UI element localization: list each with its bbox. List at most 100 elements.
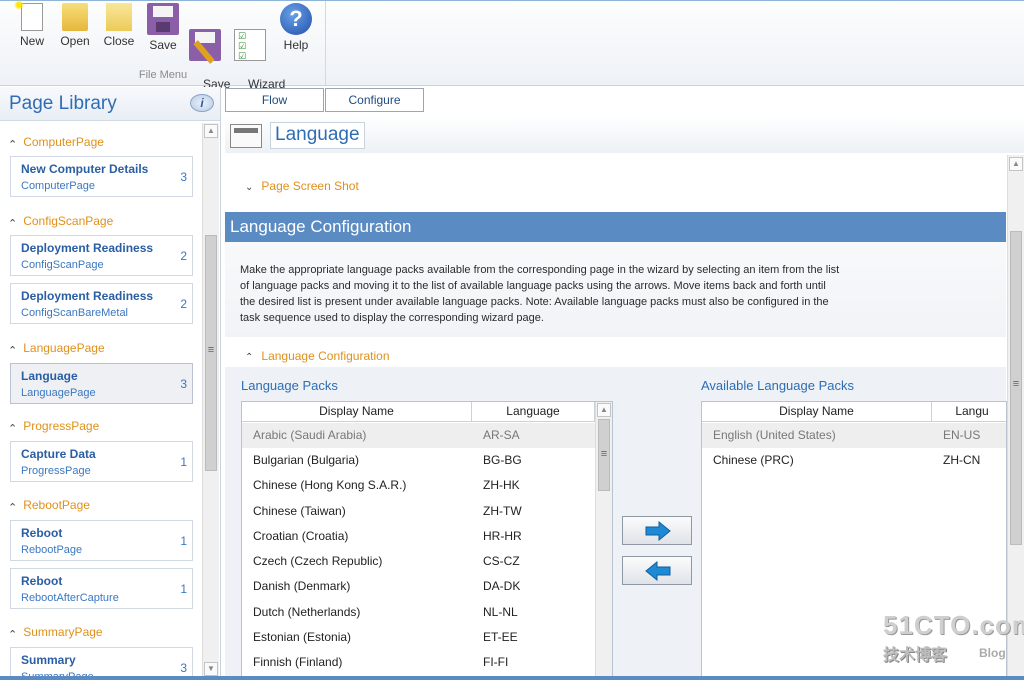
- library-item-deployment-readiness[interactable]: Deployment Readiness ConfigScanPage 2: [10, 235, 193, 276]
- grid-row[interactable]: Croatian (Croatia) HR-HR: [242, 524, 612, 549]
- grid-row[interactable]: Bulgarian (Bulgaria) BG-BG: [242, 448, 612, 473]
- group-progresspage[interactable]: ProgressPage: [8, 419, 99, 433]
- language-config-toggle[interactable]: ⌃ Language Configuration: [245, 349, 390, 363]
- library-item-language[interactable]: Language LanguagePage 3: [10, 363, 193, 404]
- item-title: Reboot: [21, 526, 63, 540]
- page-header: Language: [225, 115, 1024, 153]
- column-language[interactable]: Langu: [932, 402, 1006, 422]
- new-label: New: [19, 34, 44, 48]
- item-title: Deployment Readiness: [21, 241, 154, 255]
- save-label: Save: [149, 38, 177, 52]
- cell-display-name: Finnish (Finland): [253, 655, 343, 669]
- cell-language: AR-SA: [483, 428, 520, 442]
- cell-display-name: Estonian (Estonia): [253, 630, 352, 644]
- item-title: Reboot: [21, 574, 63, 588]
- cell-language: ZH-HK: [483, 478, 520, 492]
- available-packs-title: Available Language Packs: [701, 378, 854, 393]
- column-language[interactable]: Language: [472, 402, 595, 422]
- cell-display-name: Arabic (Saudi Arabia): [253, 428, 367, 442]
- close-folder-icon: [106, 3, 132, 31]
- library-item-reboot[interactable]: Reboot RebootPage 1: [10, 520, 193, 561]
- language-config-label: Language Configuration: [261, 349, 390, 363]
- cell-language: EN-US: [943, 428, 981, 442]
- item-count: 3: [180, 170, 187, 184]
- save-button[interactable]: Save: [141, 3, 185, 52]
- grid-row[interactable]: Chinese (Hong Kong S.A.R.) ZH-HK: [242, 473, 612, 498]
- cell-language: ZH-CN: [943, 453, 981, 467]
- move-left-button[interactable]: [622, 556, 692, 585]
- library-scrollbar[interactable]: ▲ ▼: [202, 123, 219, 677]
- page-screenshot-toggle[interactable]: ⌄ Page Screen Shot: [245, 179, 359, 193]
- cell-display-name: Chinese (PRC): [713, 453, 794, 467]
- cell-language: ZH-TW: [483, 504, 522, 518]
- item-subtitle: ProgressPage: [21, 465, 91, 477]
- grid-row[interactable]: Finnish (Finland) FI-FI: [242, 650, 612, 675]
- help-button[interactable]: ? Help: [274, 3, 318, 52]
- group-computerpage[interactable]: ComputerPage: [8, 135, 104, 149]
- scroll-thumb[interactable]: [1010, 231, 1022, 545]
- group-configscanpage[interactable]: ConfigScanPage: [8, 214, 113, 228]
- cell-display-name: English (United States): [713, 428, 836, 442]
- move-right-button[interactable]: [622, 516, 692, 545]
- scroll-down-icon[interactable]: ▼: [204, 662, 218, 676]
- grid-header: Display Name Language: [242, 402, 612, 422]
- page-library-title: Page Library: [9, 93, 117, 114]
- item-subtitle: RebootPage: [21, 544, 83, 556]
- group-summarypage[interactable]: SummaryPage: [8, 625, 102, 639]
- grid-row[interactable]: Chinese (Taiwan) ZH-TW: [242, 499, 612, 524]
- cell-language: NL-NL: [483, 605, 518, 619]
- grid-row[interactable]: Arabic (Saudi Arabia) AR-SA: [242, 423, 612, 448]
- grid-row[interactable]: English (United States) EN-US: [702, 423, 1006, 448]
- item-subtitle: ConfigScanPage: [21, 259, 104, 271]
- grid-row[interactable]: Dutch (Netherlands) NL-NL: [242, 600, 612, 625]
- scroll-thumb[interactable]: [205, 235, 217, 471]
- language-packs-grid: Display Name Language Arabic (Saudi Arab…: [241, 401, 613, 680]
- cell-display-name: Dutch (Netherlands): [253, 605, 361, 619]
- tab-configure[interactable]: Configure: [325, 88, 424, 112]
- item-subtitle: ConfigScanBareMetal: [21, 307, 129, 319]
- item-subtitle: RebootAfterCapture: [21, 592, 119, 604]
- cell-display-name: Chinese (Taiwan): [253, 504, 346, 518]
- grid-scrollbar[interactable]: ▲: [595, 402, 612, 679]
- arrow-right-icon: [645, 521, 671, 541]
- item-count: 1: [180, 455, 187, 469]
- item-title: Summary: [21, 653, 76, 667]
- tab-flow[interactable]: Flow: [225, 88, 324, 112]
- file-menu-group: New Open Close Save Save As... Wizard Co…: [8, 0, 326, 104]
- scroll-up-icon[interactable]: ▲: [597, 403, 611, 417]
- section-header: Language Configuration: [225, 212, 1006, 242]
- grid-row[interactable]: Estonian (Estonia) ET-EE: [242, 625, 612, 650]
- library-item-capture-data[interactable]: Capture Data ProgressPage 1: [10, 441, 193, 482]
- library-item-new-computer-details[interactable]: New Computer Details ComputerPage 3: [10, 156, 193, 197]
- group-languagepage[interactable]: LanguagePage: [8, 341, 104, 355]
- scroll-thumb[interactable]: [598, 419, 610, 491]
- item-title: Language: [21, 369, 78, 383]
- cell-language: BG-BG: [483, 453, 522, 467]
- watermark-logo: 51CTO.com 技术博客 Blog: [883, 610, 1024, 670]
- scroll-up-icon[interactable]: ▲: [1009, 157, 1023, 171]
- ribbon: New Open Close Save Save As... Wizard Co…: [0, 0, 1024, 104]
- column-display-name[interactable]: Display Name: [242, 402, 472, 422]
- library-item-deployment-readiness-baremetal[interactable]: Deployment Readiness ConfigScanBareMetal…: [10, 283, 193, 324]
- language-packs-title: Language Packs: [241, 378, 338, 393]
- grid-row[interactable]: Chinese (PRC) ZH-CN: [702, 448, 1006, 473]
- scroll-up-icon[interactable]: ▲: [204, 124, 218, 138]
- content-scrollbar[interactable]: ▲: [1007, 155, 1024, 680]
- cell-language: DA-DK: [483, 579, 521, 593]
- new-button[interactable]: New: [10, 0, 54, 48]
- library-item-reboot-after-capture[interactable]: Reboot RebootAfterCapture 1: [10, 568, 193, 609]
- close-button[interactable]: Close: [97, 3, 141, 48]
- open-button[interactable]: Open: [53, 3, 97, 48]
- item-count: 1: [180, 582, 187, 596]
- group-rebootpage[interactable]: RebootPage: [8, 498, 90, 512]
- item-count: 3: [180, 661, 187, 675]
- info-icon[interactable]: i: [190, 94, 214, 112]
- cell-display-name: Danish (Denmark): [253, 579, 351, 593]
- arrow-left-icon: [645, 561, 671, 581]
- grid-row[interactable]: Czech (Czech Republic) CS-CZ: [242, 549, 612, 574]
- page-thumbnail-icon: [230, 124, 262, 148]
- save-disk-icon: [147, 3, 179, 35]
- column-display-name[interactable]: Display Name: [702, 402, 932, 422]
- grid-row[interactable]: Danish (Denmark) DA-DK: [242, 574, 612, 599]
- cell-display-name: Chinese (Hong Kong S.A.R.): [253, 478, 407, 492]
